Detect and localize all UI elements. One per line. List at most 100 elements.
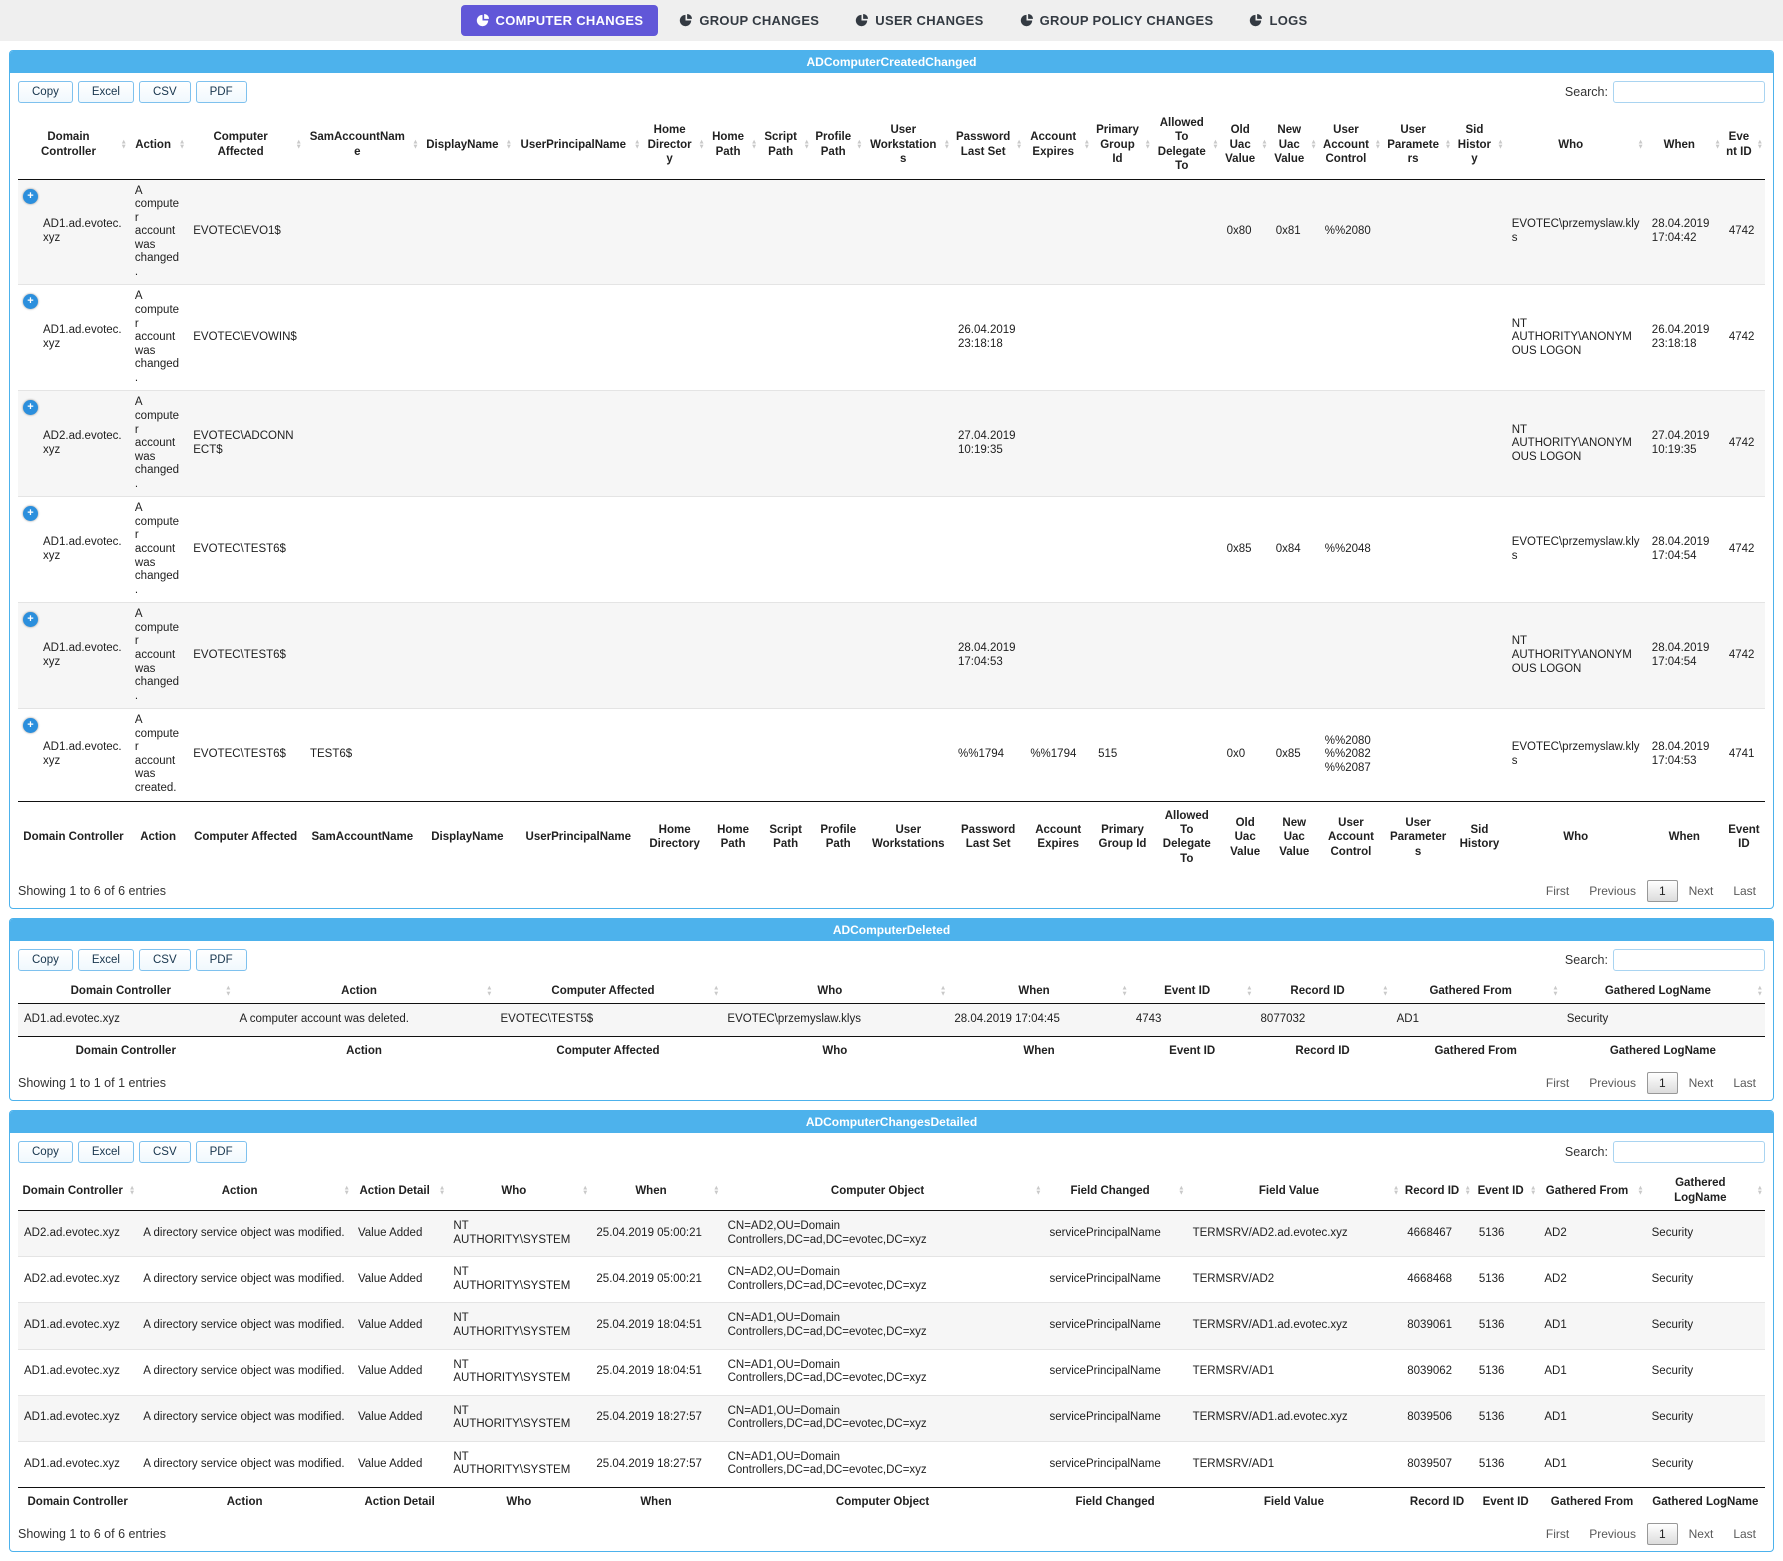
column-header-domain-controller[interactable]: Domain Controller▲▼ [18,111,129,179]
cell: 4742 [1723,497,1765,603]
search-input[interactable] [1613,1141,1765,1163]
column-header-profile-path[interactable]: Profile Path▲▼ [812,111,865,179]
column-header-who[interactable]: Who▲▼ [447,1171,590,1210]
column-header-field-changed[interactable]: Field Changed▲▼ [1044,1171,1187,1210]
pagination-last[interactable]: Last [1724,1523,1765,1545]
column-header-user-parameters[interactable]: User Parameters▲▼ [1383,111,1453,179]
column-footer-old-uac-value: Old Uac Value [1221,801,1270,873]
column-header-action[interactable]: Action▲▼ [234,979,495,1004]
expand-row-button[interactable]: + [23,189,38,204]
column-header-home-path[interactable]: Home Path▲▼ [707,111,760,179]
cell: CN=AD1,OU=Domain Controllers,DC=ad,DC=ev… [722,1303,1044,1349]
column-header-allowed-to-delegate-to[interactable]: Allowed To Delegate To▲▼ [1153,111,1221,179]
expand-row-button[interactable]: + [23,294,38,309]
column-header-primary-group-id[interactable]: Primary Group Id▲▼ [1092,111,1153,179]
pdf-button[interactable]: PDF [196,949,247,971]
column-header-who[interactable]: Who▲▼ [721,979,948,1004]
data-table: Domain Controller▲▼Action▲▼Computer Affe… [18,111,1765,873]
sort-icon: ▲▼ [1375,139,1381,150]
excel-button[interactable]: Excel [78,81,134,103]
column-header-when[interactable]: When▲▼ [590,1171,721,1210]
pagination-previous[interactable]: Previous [1580,1523,1645,1545]
excel-button[interactable]: Excel [78,949,134,971]
pagination-page-1[interactable]: 1 [1647,1072,1678,1094]
sort-icon: ▲▼ [582,1185,588,1196]
column-header-computer-object[interactable]: Computer Object▲▼ [722,1171,1044,1210]
pagination-next[interactable]: Next [1680,1523,1723,1545]
expand-row-button[interactable]: + [23,506,38,521]
pagination-previous[interactable]: Previous [1580,1072,1645,1094]
column-header-who[interactable]: Who▲▼ [1506,111,1646,179]
copy-button[interactable]: Copy [18,81,73,103]
column-header-field-value[interactable]: Field Value▲▼ [1187,1171,1402,1210]
column-header-userprincipalname[interactable]: UserPrincipalName▲▼ [514,111,642,179]
expand-row-button[interactable]: + [23,400,38,415]
pagination-first[interactable]: First [1537,880,1578,902]
column-header-action-detail[interactable]: Action Detail▲▼ [352,1171,447,1210]
column-header-event-id[interactable]: Event ID▲▼ [1473,1171,1539,1210]
cell [1092,179,1153,285]
column-header-sid-history[interactable]: Sid History▲▼ [1453,111,1506,179]
pagination-last[interactable]: Last [1724,880,1765,902]
csv-button[interactable]: CSV [139,1141,191,1163]
pagination-last[interactable]: Last [1724,1072,1765,1094]
pdf-button[interactable]: PDF [196,81,247,103]
table-row: +AD1.ad.evotec.xyzA computer account was… [18,497,1765,603]
column-header-domain-controller[interactable]: Domain Controller▲▼ [18,1171,137,1210]
column-header-action[interactable]: Action▲▼ [129,111,187,179]
column-header-script-path[interactable]: Script Path▲▼ [759,111,812,179]
pagination-next[interactable]: Next [1680,880,1723,902]
cell [812,391,865,497]
column-header-displayname[interactable]: DisplayName▲▼ [421,111,514,179]
column-header-when[interactable]: When▲▼ [948,979,1129,1004]
column-header-event-id[interactable]: Event ID▲▼ [1130,979,1255,1004]
column-header-old-uac-value[interactable]: Old Uac Value▲▼ [1221,111,1270,179]
column-header-computer-affected[interactable]: Computer Affected▲▼ [187,111,304,179]
csv-button[interactable]: CSV [139,81,191,103]
column-header-user-account-control[interactable]: User Account Control▲▼ [1319,111,1383,179]
column-header-when[interactable]: When▲▼ [1646,111,1723,179]
column-header-event-id[interactable]: Event ID▲▼ [1723,111,1765,179]
expand-row-button[interactable]: + [23,612,38,627]
copy-button[interactable]: Copy [18,1141,73,1163]
tab-user-changes[interactable]: USER CHANGES [840,5,998,36]
tab-group-changes[interactable]: GROUP CHANGES [664,5,834,36]
pagination-page-1[interactable]: 1 [1647,880,1678,902]
column-header-samaccountname[interactable]: SamAccountName▲▼ [304,111,421,179]
column-header-domain-controller[interactable]: Domain Controller▲▼ [18,979,234,1004]
column-footer-home-path: Home Path [707,801,760,873]
pagination-first[interactable]: First [1537,1523,1578,1545]
cell: Value Added [352,1303,447,1349]
tab-computer-changes[interactable]: COMPUTER CHANGES [461,5,659,36]
column-header-action[interactable]: Action▲▼ [137,1171,352,1210]
tab-group-policy-changes[interactable]: GROUP POLICY CHANGES [1005,5,1229,36]
pdf-button[interactable]: PDF [196,1141,247,1163]
column-header-new-uac-value[interactable]: New Uac Value▲▼ [1270,111,1319,179]
sort-icon: ▲▼ [1084,139,1090,150]
pagination-next[interactable]: Next [1680,1072,1723,1094]
copy-button[interactable]: Copy [18,949,73,971]
column-header-home-directory[interactable]: Home Directory▲▼ [642,111,706,179]
column-header-gathered-from[interactable]: Gathered From▲▼ [1538,1171,1645,1210]
column-header-record-id[interactable]: Record ID▲▼ [1255,979,1391,1004]
csv-button[interactable]: CSV [139,949,191,971]
cell: EVOTEC\TEST6$ [187,709,304,801]
column-header-record-id[interactable]: Record ID▲▼ [1401,1171,1473,1210]
column-header-user-workstations[interactable]: User Workstations▲▼ [865,111,953,179]
pagination-page-1[interactable]: 1 [1647,1523,1678,1545]
column-header-computer-affected[interactable]: Computer Affected▲▼ [495,979,722,1004]
expand-row-button[interactable]: + [23,718,38,733]
pagination-first[interactable]: First [1537,1072,1578,1094]
column-header-password-last-set[interactable]: Password Last Set▲▼ [952,111,1024,179]
cell: TERMSRV/AD2.ad.evotec.xyz [1187,1211,1402,1257]
column-header-account-expires[interactable]: Account Expires▲▼ [1024,111,1092,179]
cell: 28.04.2019 17:04:53 [952,603,1024,709]
search-input[interactable] [1613,81,1765,103]
column-header-gathered-from[interactable]: Gathered From▲▼ [1391,979,1561,1004]
column-header-gathered-logname[interactable]: Gathered LogName▲▼ [1646,1171,1765,1210]
column-header-gathered-logname[interactable]: Gathered LogName▲▼ [1561,979,1765,1004]
pagination-previous[interactable]: Previous [1580,880,1645,902]
excel-button[interactable]: Excel [78,1141,134,1163]
tab-logs[interactable]: LOGS [1234,5,1322,36]
search-input[interactable] [1613,949,1765,971]
